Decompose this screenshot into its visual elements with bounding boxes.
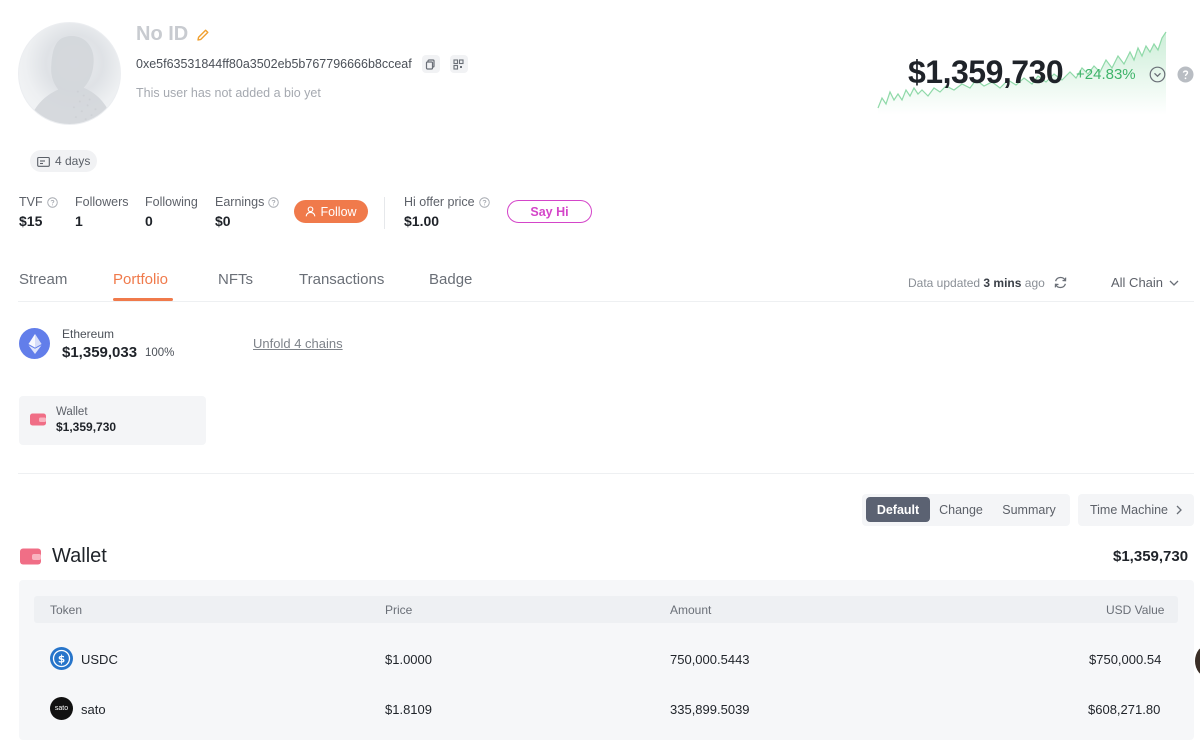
chain-name: Ethereum — [62, 327, 115, 341]
following-label: Following — [145, 195, 198, 209]
tvf-label: TVF — [19, 195, 43, 209]
refresh-icon[interactable] — [1053, 275, 1068, 290]
avatar — [18, 22, 121, 125]
earnings-label: Earnings — [215, 195, 265, 209]
pencil-icon[interactable] — [196, 28, 210, 42]
copy-address-button[interactable] — [421, 55, 440, 73]
tab-badge[interactable]: Badge — [429, 271, 472, 288]
chain-filter-select[interactable]: All Chain — [1111, 275, 1179, 290]
help-icon[interactable] — [268, 196, 280, 208]
follow-button-label: Follow — [320, 204, 357, 219]
usdc-icon: $ — [50, 647, 73, 670]
tab-transactions[interactable]: Transactions — [299, 271, 384, 288]
chain-value: $1,359,033 — [62, 344, 138, 361]
hi-offer-label: Hi offer price — [404, 195, 475, 209]
hi-offer-stat: Hi offer price $1.00 — [404, 195, 490, 229]
column-header-token[interactable]: Token — [50, 603, 82, 617]
chain-filter-value: All Chain — [1111, 275, 1164, 290]
profile-name: No ID — [136, 23, 189, 45]
wallet-card-value: $1,359,730 — [56, 420, 117, 434]
token-price: $1.8109 — [385, 702, 432, 717]
token-usd-value: $750,000.54 — [1089, 652, 1162, 667]
wallet-address: 0xe5f63531844ff80a3502eb5b767796666b8cce… — [136, 57, 412, 71]
token-table-header — [34, 596, 1178, 623]
net-worth-change: +24.83% — [1076, 66, 1136, 83]
profile-name-row: No ID — [136, 23, 210, 46]
token-amount: 750,000.5443 — [670, 652, 750, 667]
tvf-stat: TVF $15 — [19, 195, 58, 229]
column-header-price[interactable]: Price — [385, 603, 412, 617]
data-updated-time: 3 mins — [983, 276, 1022, 290]
copy-icon — [426, 58, 435, 70]
sato-icon-text: sato — [54, 705, 69, 712]
column-header-amount[interactable]: Amount — [670, 603, 711, 617]
time-machine-label: Time Machine — [1089, 503, 1169, 517]
view-summary-button[interactable]: Summary — [994, 497, 1064, 522]
view-change-button[interactable]: Change — [932, 497, 990, 522]
followers-value: 1 — [75, 213, 83, 229]
net-worth-value: $1,359,730 — [908, 54, 1064, 90]
data-updated-prefix: Data updated — [908, 276, 981, 290]
wallet-icon — [30, 413, 46, 426]
say-hi-button[interactable]: Say Hi — [507, 200, 592, 223]
token-price: $1.0000 — [385, 652, 432, 667]
following-stat[interactable]: Following 0 — [145, 195, 198, 229]
unfold-chains-link[interactable]: Unfold 4 chains — [253, 336, 343, 351]
floating-chat-button[interactable] — [1195, 645, 1200, 677]
hi-offer-value: $1.00 — [404, 213, 440, 229]
token-name[interactable]: sato — [81, 702, 106, 717]
sato-icon: sato — [50, 697, 73, 720]
column-header-usd-value[interactable]: USD Value — [1106, 603, 1164, 617]
profile-bio: This user has not added a bio yet — [136, 86, 321, 100]
svg-text:$: $ — [58, 653, 65, 665]
token-usd-value: $608,271.80 — [1088, 702, 1161, 717]
chevron-down-icon — [1169, 280, 1179, 286]
tab-stream[interactable]: Stream — [19, 271, 67, 288]
token-name[interactable]: USDC — [81, 652, 118, 667]
qr-code-icon — [453, 58, 464, 70]
calendar-icon — [37, 156, 50, 167]
wallet-card-label: Wallet — [56, 406, 88, 418]
chain-percent: 100% — [145, 347, 175, 359]
account-age-badge: 4 days — [30, 150, 98, 172]
token-amount: 335,899.5039 — [670, 702, 750, 717]
view-default-button[interactable]: Default — [866, 497, 930, 522]
tab-portfolio[interactable]: Portfolio — [113, 271, 168, 288]
follow-button[interactable]: Follow — [294, 200, 368, 223]
earnings-value: $0 — [215, 213, 231, 229]
help-icon[interactable] — [1177, 66, 1194, 83]
earnings-stat: Earnings $0 — [215, 195, 280, 229]
qr-code-button[interactable] — [449, 55, 468, 73]
chevron-down-circle-icon[interactable] — [1149, 66, 1166, 83]
data-updated-suffix: ago — [1024, 276, 1045, 290]
tabs-divider — [18, 301, 1194, 302]
tab-nfts[interactable]: NFTs — [218, 271, 253, 288]
following-value: 0 — [145, 213, 153, 229]
chevron-right-icon — [1176, 505, 1182, 515]
stats-divider — [384, 197, 385, 229]
wallet-section-total: $1,359,730 — [1113, 548, 1189, 565]
time-machine-button[interactable]: Time Machine — [1078, 494, 1194, 526]
help-icon[interactable] — [46, 196, 58, 208]
ethereum-icon — [19, 328, 50, 359]
wallet-section-title: Wallet — [52, 545, 107, 567]
help-icon[interactable] — [478, 196, 490, 208]
section-divider — [18, 473, 1194, 474]
wallet-icon — [20, 548, 41, 565]
data-updated-status: Data updated 3 mins ago — [908, 276, 1045, 290]
address-row: 0xe5f63531844ff80a3502eb5b767796666b8cce… — [136, 55, 468, 73]
followers-stat[interactable]: Followers 1 — [75, 195, 129, 229]
account-age-text: 4 days — [55, 154, 91, 168]
tvf-value: $15 — [19, 213, 43, 229]
avatar-silhouette-icon — [28, 36, 114, 124]
user-icon — [306, 206, 316, 217]
followers-label: Followers — [75, 195, 129, 209]
